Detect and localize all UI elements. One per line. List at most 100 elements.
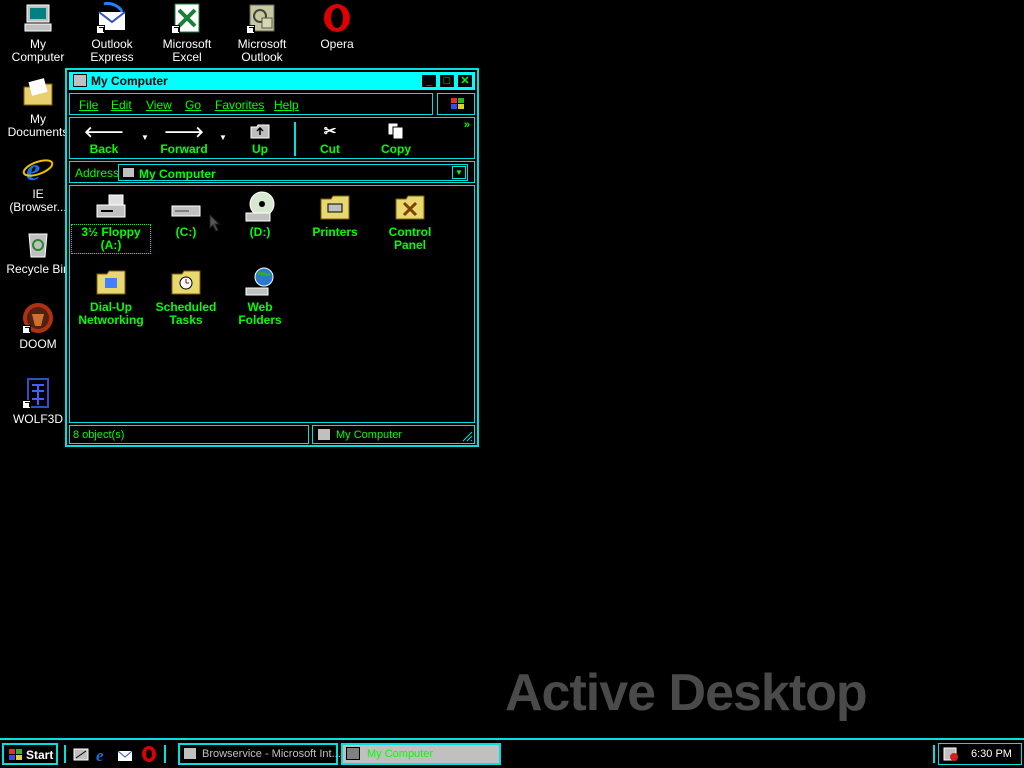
wolf3d-icon bbox=[22, 377, 54, 409]
shortcut-arrow-icon bbox=[96, 25, 105, 34]
quick-launch-bar: e bbox=[64, 743, 168, 765]
item-label: Web Folders bbox=[238, 300, 282, 327]
item-label: Scheduled Tasks bbox=[155, 300, 217, 327]
system-tray: 6:30 PM bbox=[933, 743, 1022, 765]
svg-text:e: e bbox=[26, 152, 40, 184]
address-combo[interactable]: My Computer ▼ bbox=[118, 164, 468, 181]
shortcut-arrow-icon bbox=[246, 25, 255, 34]
menu-view[interactable]: View bbox=[146, 98, 172, 112]
task-button-browservice[interactable]: Browservice - Microsoft Int... bbox=[178, 743, 341, 765]
item-label: Control Panel bbox=[388, 225, 432, 252]
desktop-icon-outlook[interactable]: Microsoft Outlook bbox=[224, 2, 300, 64]
item-web-folders[interactable]: Web Folders bbox=[222, 266, 298, 327]
dial-up-networking-icon bbox=[95, 266, 127, 298]
quick-launch-handle[interactable] bbox=[64, 745, 66, 763]
minimize-button[interactable]: _ bbox=[421, 74, 437, 88]
quick-launch-ie-icon[interactable]: e bbox=[94, 746, 112, 762]
start-label: Start bbox=[26, 748, 54, 762]
desktop-icon-excel[interactable]: Microsoft Excel bbox=[149, 2, 225, 64]
scheduled-tasks-icon bbox=[170, 266, 202, 298]
title-bar[interactable]: My Computer _ □ ✕ bbox=[69, 72, 475, 90]
taskbar-separator bbox=[164, 745, 166, 763]
excel-icon bbox=[171, 2, 203, 34]
tray-separator bbox=[933, 745, 935, 763]
copy-button[interactable]: Copy bbox=[376, 120, 416, 156]
item-dial-up-networking[interactable]: Dial-Up Networking bbox=[73, 266, 149, 327]
floppy-drive-icon bbox=[95, 191, 127, 223]
up-button[interactable]: Up bbox=[240, 120, 280, 156]
item-printers[interactable]: Printers bbox=[297, 191, 373, 239]
cut-label: Cut bbox=[320, 142, 340, 156]
item-cd-drive-d[interactable]: (D:) bbox=[222, 191, 298, 239]
address-computer-icon bbox=[122, 167, 135, 178]
item-label: Dial-Up Networking bbox=[78, 300, 144, 327]
printers-folder-icon bbox=[319, 191, 351, 223]
doom-icon bbox=[22, 302, 54, 334]
forward-button[interactable]: 🡒 Forward bbox=[156, 120, 212, 157]
status-object-count: 8 object(s) bbox=[69, 425, 309, 444]
desktop-icon-label: My Computer bbox=[11, 37, 65, 64]
active-desktop-wallpaper-text: Active Desktop bbox=[505, 664, 868, 722]
cut-button[interactable]: ✂ Cut bbox=[310, 120, 350, 156]
menu-go[interactable]: Go bbox=[185, 98, 201, 112]
up-folder-icon bbox=[249, 122, 271, 140]
recycle-bin-icon bbox=[22, 227, 54, 259]
desktop-icon-label: Microsoft Outlook bbox=[237, 37, 287, 64]
desktop-icon-label: Opera bbox=[320, 37, 354, 51]
forward-dropdown-icon[interactable]: ▼ bbox=[219, 133, 227, 142]
menu-help[interactable]: Help bbox=[274, 98, 299, 112]
item-control-panel[interactable]: Control Panel bbox=[372, 191, 448, 252]
opera-icon bbox=[321, 2, 353, 34]
folder-view[interactable]: 3½ Floppy (A:) (C:) (D:) Printers Contro… bbox=[69, 185, 475, 423]
toolbar-more-chevron[interactable]: » bbox=[464, 119, 470, 131]
back-button[interactable]: 🡐 Back bbox=[83, 120, 125, 157]
desktop-icon-label: Microsoft Excel bbox=[162, 37, 212, 64]
item-floppy-drive[interactable]: 3½ Floppy (A:) bbox=[71, 191, 151, 254]
item-scheduled-tasks[interactable]: Scheduled Tasks bbox=[148, 266, 224, 327]
toolbar-separator bbox=[294, 122, 296, 156]
windows-flag-icon bbox=[451, 98, 464, 109]
svg-text:e: e bbox=[96, 746, 104, 762]
item-label: (D:) bbox=[249, 225, 271, 239]
copy-label: Copy bbox=[381, 142, 411, 156]
forward-label: Forward bbox=[160, 142, 208, 156]
desktop-icon-label: Outlook Express bbox=[90, 37, 134, 64]
quick-launch-outlook-express-icon[interactable] bbox=[116, 746, 134, 762]
close-button[interactable]: ✕ bbox=[457, 74, 473, 88]
back-label: Back bbox=[89, 142, 119, 156]
start-button[interactable]: Start bbox=[2, 743, 58, 765]
maximize-button[interactable]: □ bbox=[439, 74, 455, 88]
quick-launch-opera-icon[interactable] bbox=[140, 746, 158, 762]
outlook-express-icon bbox=[96, 2, 128, 34]
resize-grip-icon[interactable] bbox=[461, 430, 473, 442]
show-desktop-icon[interactable] bbox=[72, 746, 90, 762]
desktop-icon-opera[interactable]: Opera bbox=[299, 2, 375, 51]
menu-edit[interactable]: Edit bbox=[111, 98, 132, 112]
address-dropdown-icon[interactable]: ▼ bbox=[452, 166, 466, 179]
my-computer-window[interactable]: My Computer _ □ ✕ File Edit View Go Favo… bbox=[65, 68, 479, 447]
shortcut-arrow-icon bbox=[22, 325, 31, 334]
shortcut-arrow-icon bbox=[22, 400, 31, 409]
back-arrow-icon: 🡐 bbox=[83, 123, 125, 141]
desktop-icon-my-computer[interactable]: My Computer bbox=[0, 2, 76, 64]
address-bar: Address My Computer ▼ bbox=[69, 161, 475, 183]
menu-file[interactable]: File bbox=[79, 98, 98, 112]
cd-drive-icon bbox=[244, 191, 276, 223]
window-computer-icon bbox=[73, 74, 87, 87]
address-value[interactable]: My Computer bbox=[139, 167, 216, 181]
back-dropdown-icon[interactable]: ▼ bbox=[141, 133, 149, 142]
my-documents-icon bbox=[22, 77, 54, 109]
menu-favorites[interactable]: Favorites bbox=[215, 98, 264, 112]
scissors-icon: ✂ bbox=[323, 123, 337, 140]
task-button-my-computer[interactable]: My Computer bbox=[341, 743, 501, 765]
windows-logo-box bbox=[437, 93, 475, 115]
task-computer-icon bbox=[346, 747, 360, 760]
desktop-icon-outlook-express[interactable]: Outlook Express bbox=[74, 2, 150, 64]
up-label: Up bbox=[252, 142, 268, 156]
windows-flag-icon bbox=[9, 749, 22, 760]
item-label: Printers bbox=[312, 225, 358, 239]
address-label: Address bbox=[75, 166, 120, 180]
scheduler-tray-icon[interactable] bbox=[943, 746, 959, 762]
toolbar: 🡐 Back ▼ 🡒 Forward ▼ Up ✂ Cut Copy » bbox=[69, 117, 475, 159]
clock[interactable]: 6:30 PM bbox=[971, 748, 1012, 760]
